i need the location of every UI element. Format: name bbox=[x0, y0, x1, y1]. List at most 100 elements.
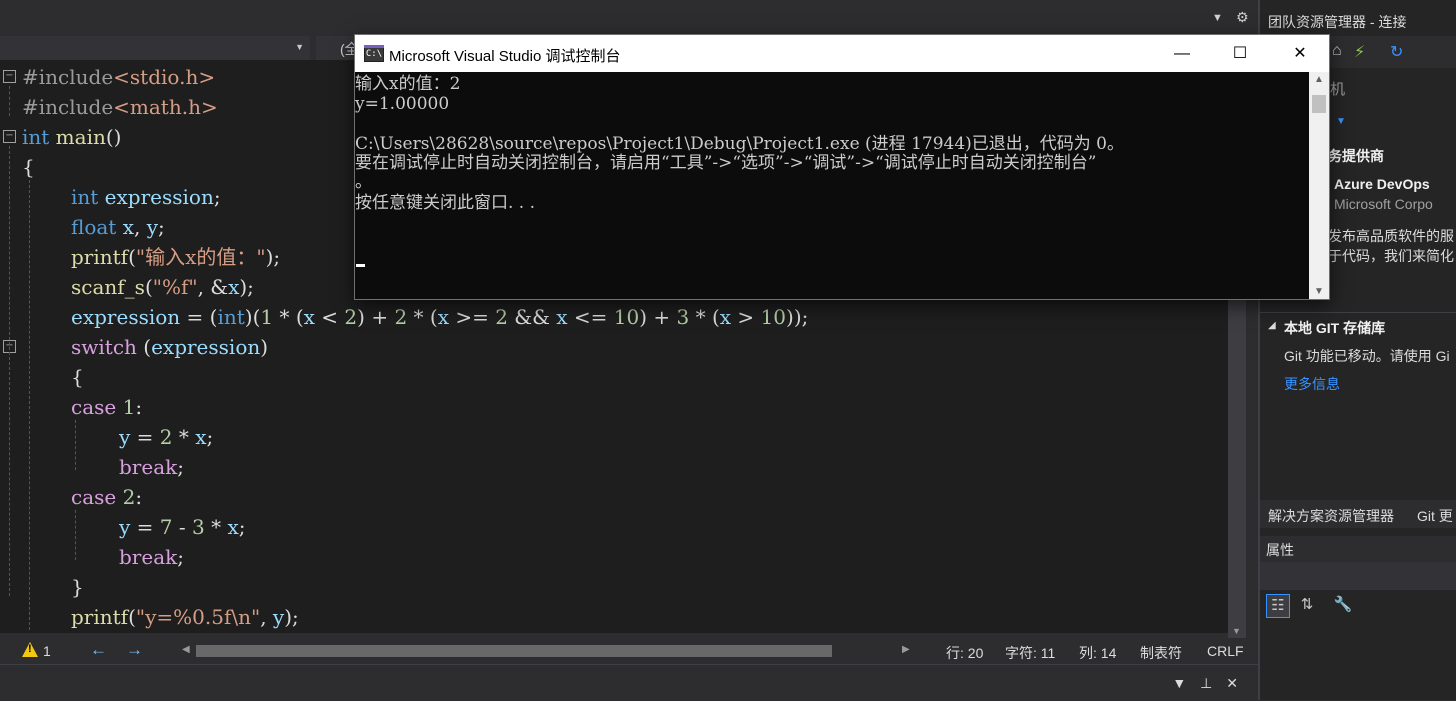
azure-description-line1: 发布高品质软件的服 bbox=[1328, 228, 1454, 244]
number: 2 bbox=[344, 305, 358, 329]
operator: * bbox=[172, 425, 196, 449]
operator: )( bbox=[244, 305, 261, 329]
control-keyword: case bbox=[71, 395, 117, 419]
debug-console-window[interactable]: C:\ Microsoft Visual Studio 调试控制台 — ☐ ✕ … bbox=[354, 34, 1330, 300]
operator: <= bbox=[567, 305, 614, 329]
console-line: 。 bbox=[355, 172, 372, 192]
plug-icon[interactable]: ⚡ bbox=[1354, 42, 1365, 62]
eol-indicator[interactable]: CRLF bbox=[1207, 643, 1244, 659]
number: 1 bbox=[260, 305, 274, 329]
console-scrollbar-thumb[interactable] bbox=[1312, 95, 1326, 113]
operator: * ( bbox=[689, 305, 720, 329]
operator: * ( bbox=[273, 305, 304, 329]
keyword: int bbox=[71, 185, 99, 209]
pin-icon[interactable]: ⊥ bbox=[1200, 675, 1212, 691]
code-line-17: break; bbox=[119, 542, 184, 572]
operator: ) + bbox=[639, 305, 677, 329]
dropdown-arrow-icon[interactable]: ▼ bbox=[1212, 12, 1224, 24]
operator: )); bbox=[786, 305, 809, 329]
console-cursor bbox=[356, 264, 365, 267]
function-name: printf bbox=[71, 605, 129, 629]
console-title-bar[interactable]: C:\ Microsoft Visual Studio 调试控制台 — ☐ ✕ bbox=[355, 35, 1329, 72]
collapse-triangle-icon[interactable]: ◢ bbox=[1268, 320, 1276, 331]
punctuation: ( bbox=[128, 245, 136, 269]
scroll-down-icon[interactable]: ▼ bbox=[1314, 286, 1324, 297]
maximize-button[interactable]: ☐ bbox=[1211, 35, 1269, 72]
ide-top-bar: ▼ ⚙ bbox=[0, 0, 1456, 36]
panel-title: 团队资源管理器 - 连接 bbox=[1268, 14, 1407, 30]
string-literal: "%f" bbox=[152, 275, 198, 299]
punctuation: , & bbox=[197, 275, 229, 299]
identifier: x bbox=[116, 215, 134, 239]
tab-git-changes[interactable]: Git 更 bbox=[1417, 506, 1453, 526]
navigate-back-icon[interactable]: ← bbox=[90, 640, 107, 660]
indent-guide bbox=[29, 180, 30, 630]
chevron-down-icon[interactable]: ▼ bbox=[1336, 116, 1346, 127]
keyword: int bbox=[22, 125, 50, 149]
punctuation: ; bbox=[213, 185, 221, 209]
scroll-left-icon[interactable]: ◀ bbox=[182, 644, 190, 655]
number: 10 bbox=[760, 305, 787, 329]
console-output[interactable]: 输入x的值：2 y=1.00000 C:\Users\28628\source\… bbox=[355, 72, 1309, 299]
dropdown-arrow-icon[interactable]: ▼ bbox=[1172, 675, 1186, 691]
properties-object-selector[interactable] bbox=[1260, 562, 1456, 590]
editor-status-row: 1 ← → ◀ ▶ 行: 20 字符: 11 列: 14 制表符 CRLF bbox=[0, 638, 1258, 664]
code-line-7: printf("输入x的值："); bbox=[71, 242, 280, 272]
function-name: printf bbox=[71, 245, 129, 269]
minimize-button[interactable]: — bbox=[1153, 35, 1211, 72]
code-line-2: #include<math.h> bbox=[22, 92, 218, 122]
horizontal-scrollbar-thumb[interactable] bbox=[196, 645, 832, 657]
git-section-heading[interactable]: 本地 GIT 存储库 bbox=[1284, 318, 1385, 338]
wrench-icon[interactable]: 🔧 bbox=[1332, 594, 1354, 616]
indent-guide bbox=[75, 510, 76, 560]
column-indicator[interactable]: 列: 14 bbox=[1079, 643, 1116, 663]
code-line-8: scanf_s("%f", &x); bbox=[71, 272, 254, 302]
scroll-down-icon[interactable]: ▼ bbox=[1232, 626, 1241, 636]
number: 2 bbox=[122, 485, 136, 509]
string-literal: "y=%0.5f\n" bbox=[135, 605, 261, 629]
scroll-right-icon[interactable]: ▶ bbox=[902, 644, 910, 655]
close-icon[interactable]: ✕ bbox=[1226, 675, 1238, 691]
close-button[interactable]: ✕ bbox=[1271, 35, 1329, 72]
tab-solution-explorer[interactable]: 解决方案资源管理器 bbox=[1268, 506, 1394, 526]
fold-guide bbox=[9, 86, 10, 116]
char-indicator[interactable]: 字符: 11 bbox=[1005, 643, 1055, 663]
identifier: x bbox=[227, 515, 239, 539]
member-dropdown[interactable]: ▼ bbox=[0, 36, 310, 61]
code-line-12: case 1: bbox=[71, 392, 142, 422]
scroll-up-icon[interactable]: ▲ bbox=[1314, 74, 1324, 85]
categorized-icon[interactable]: ☷ bbox=[1266, 594, 1290, 618]
git-moved-text: Git 功能已移动。请使用 Gi bbox=[1284, 348, 1450, 364]
more-info-link[interactable]: 更多信息 bbox=[1284, 374, 1340, 394]
alphabetical-icon[interactable]: ⇅ bbox=[1296, 594, 1318, 616]
punctuation: ) bbox=[260, 335, 269, 359]
code-line-10: switch (expression) bbox=[71, 332, 268, 362]
punctuation: ; bbox=[238, 515, 246, 539]
brace: { bbox=[22, 155, 35, 179]
punctuation: ; bbox=[158, 215, 165, 239]
scope-dropdown[interactable]: (全 bbox=[316, 36, 359, 60]
identifier: y bbox=[146, 215, 159, 239]
code-line-14: break; bbox=[119, 452, 184, 482]
navigate-forward-icon[interactable]: → bbox=[126, 640, 143, 660]
control-keyword: break bbox=[119, 545, 178, 569]
identifier: y bbox=[272, 605, 285, 629]
code-line-18: } bbox=[71, 572, 84, 602]
fold-toggle-icon[interactable]: − bbox=[3, 70, 16, 83]
identifier: expression bbox=[98, 185, 214, 209]
azure-devops-title[interactable]: Azure DevOps bbox=[1334, 176, 1430, 192]
number: 10 bbox=[613, 305, 640, 329]
gear-icon[interactable]: ⚙ bbox=[1236, 9, 1249, 26]
tabs-indicator[interactable]: 制表符 bbox=[1140, 643, 1182, 663]
fold-toggle-icon[interactable]: − bbox=[3, 130, 16, 143]
home-icon[interactable]: ⌂ bbox=[1332, 42, 1342, 60]
line-indicator[interactable]: 行: 20 bbox=[946, 643, 983, 663]
control-keyword: switch bbox=[71, 335, 137, 359]
refresh-icon[interactable]: ↻ bbox=[1390, 42, 1403, 62]
warning-count[interactable]: 1 bbox=[43, 643, 51, 659]
console-scrollbar[interactable]: ▲ ▼ bbox=[1309, 72, 1329, 299]
operator: * ( bbox=[407, 305, 438, 329]
code-line-1: #include<stdio.h> bbox=[22, 62, 215, 92]
warning-icon[interactable] bbox=[22, 642, 38, 657]
punctuation: : bbox=[135, 485, 143, 509]
